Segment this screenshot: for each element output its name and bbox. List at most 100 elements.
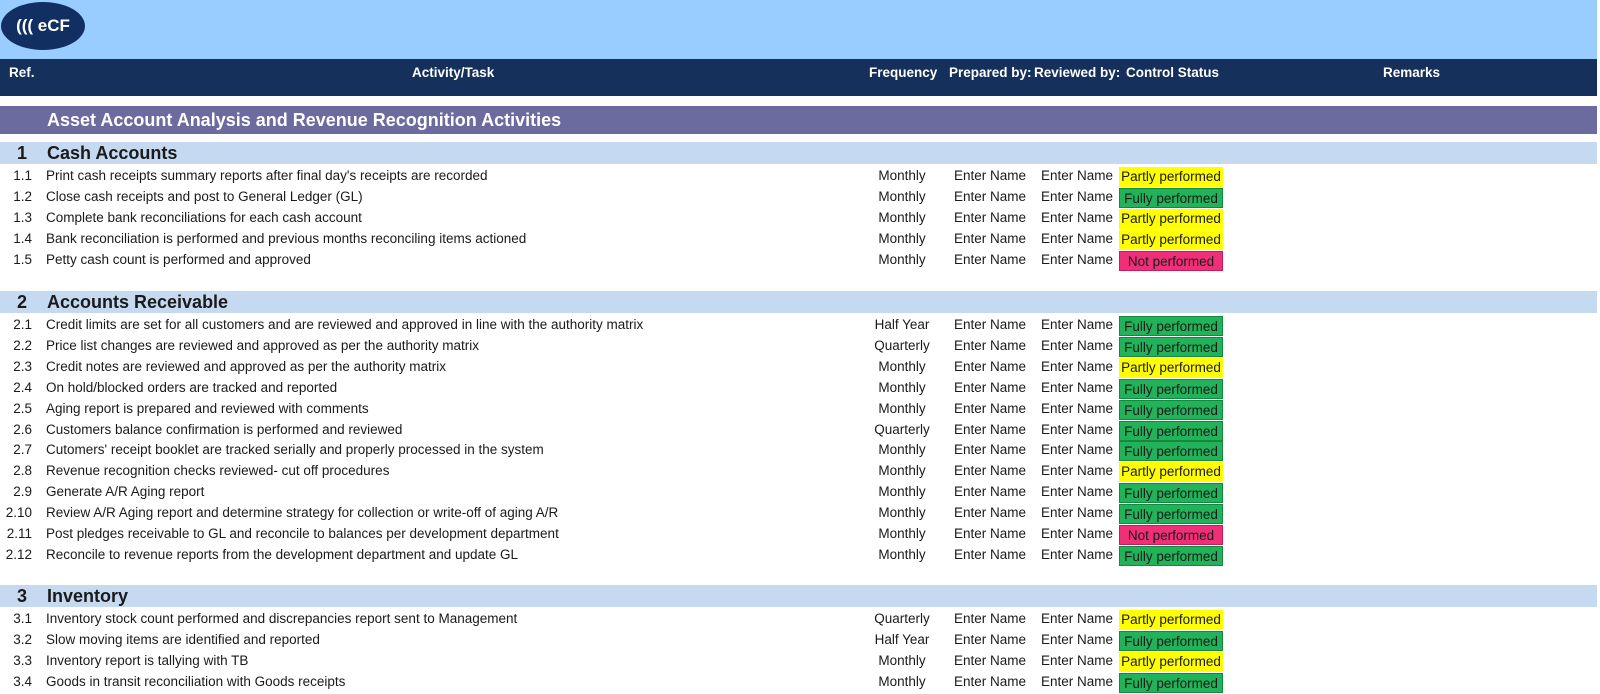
- row-control-status[interactable]: Fully performed: [1119, 672, 1223, 693]
- row-control-status[interactable]: Fully performed: [1119, 378, 1223, 399]
- row-frequency[interactable]: Quarterly: [846, 338, 958, 353]
- row-prepared-by[interactable]: Enter Name: [954, 359, 1026, 374]
- row-control-status[interactable]: Partly performed: [1119, 357, 1223, 378]
- row-control-status[interactable]: Fully performed: [1119, 630, 1223, 651]
- row-control-status[interactable]: Fully performed: [1119, 316, 1223, 336]
- row-reviewed-by[interactable]: Enter Name: [1041, 401, 1113, 416]
- row-frequency[interactable]: Monthly: [846, 252, 958, 267]
- row-frequency[interactable]: Monthly: [846, 505, 958, 520]
- category-title: Asset Account Analysis and Revenue Recog…: [47, 110, 562, 130]
- col-header-control-status: Control Status: [1126, 65, 1219, 80]
- row-prepared-by[interactable]: Enter Name: [954, 674, 1026, 689]
- row-prepared-by[interactable]: Enter Name: [954, 653, 1026, 668]
- row-ref: 1.3: [13, 209, 32, 225]
- row-ref: 1.4: [13, 230, 32, 246]
- row-control-status[interactable]: Fully performed: [1119, 399, 1223, 420]
- row-reviewed-by[interactable]: Enter Name: [1041, 484, 1113, 499]
- row-frequency[interactable]: Monthly: [846, 401, 958, 416]
- row-prepared-by[interactable]: Enter Name: [954, 611, 1026, 626]
- row-prepared-by[interactable]: Enter Name: [954, 632, 1026, 647]
- row-reviewed-by[interactable]: Enter Name: [1041, 632, 1113, 647]
- row-prepared-by[interactable]: Enter Name: [954, 210, 1026, 225]
- row-prepared-by[interactable]: Enter Name: [954, 317, 1026, 332]
- row-prepared-by[interactable]: Enter Name: [954, 338, 1026, 353]
- row-ref: 1.5: [13, 251, 32, 267]
- row-prepared-by[interactable]: Enter Name: [954, 526, 1026, 541]
- row-reviewed-by[interactable]: Enter Name: [1041, 210, 1113, 225]
- col-header-remarks: Remarks: [1383, 65, 1441, 80]
- row-control-status[interactable]: Partly performed: [1119, 651, 1223, 672]
- row-reviewed-by[interactable]: Enter Name: [1041, 317, 1113, 332]
- row-prepared-by[interactable]: Enter Name: [954, 401, 1026, 416]
- row-frequency[interactable]: Monthly: [846, 463, 958, 478]
- row-prepared-by[interactable]: Enter Name: [954, 463, 1026, 478]
- row-frequency[interactable]: Monthly: [846, 210, 958, 225]
- row-reviewed-by[interactable]: Enter Name: [1041, 231, 1113, 246]
- row-reviewed-by[interactable]: Enter Name: [1041, 463, 1113, 478]
- row-frequency[interactable]: Monthly: [846, 674, 958, 689]
- row-prepared-by[interactable]: Enter Name: [954, 547, 1026, 562]
- row-reviewed-by[interactable]: Enter Name: [1041, 380, 1113, 395]
- row-ref: 1.1: [13, 168, 32, 183]
- row-reviewed-by[interactable]: Enter Name: [1041, 422, 1113, 437]
- row-control-status[interactable]: Partly performed: [1119, 229, 1223, 250]
- col-header-prepared-by: Prepared by:: [949, 65, 1032, 80]
- row-control-status[interactable]: Fully performed: [1119, 441, 1223, 462]
- row-reviewed-by[interactable]: Enter Name: [1041, 547, 1113, 562]
- row-control-status[interactable]: Partly performed: [1119, 208, 1223, 229]
- row-frequency[interactable]: Quarterly: [846, 611, 958, 626]
- row-frequency[interactable]: Monthly: [846, 442, 958, 457]
- row-control-status[interactable]: Partly performed: [1119, 610, 1223, 630]
- row-prepared-by[interactable]: Enter Name: [954, 168, 1026, 183]
- row-frequency[interactable]: Monthly: [846, 168, 958, 183]
- row-frequency[interactable]: Monthly: [846, 359, 958, 374]
- row-frequency[interactable]: Monthly: [846, 547, 958, 562]
- row-frequency[interactable]: Monthly: [846, 231, 958, 246]
- row-prepared-by[interactable]: Enter Name: [954, 231, 1026, 246]
- row-prepared-by[interactable]: Enter Name: [954, 442, 1026, 457]
- row-prepared-by[interactable]: Enter Name: [954, 252, 1026, 267]
- row-prepared-by[interactable]: Enter Name: [954, 189, 1026, 204]
- row-control-status[interactable]: Fully performed: [1119, 336, 1223, 357]
- row-reviewed-by[interactable]: Enter Name: [1041, 442, 1113, 457]
- row-reviewed-by[interactable]: Enter Name: [1041, 359, 1113, 374]
- row-prepared-by[interactable]: Enter Name: [954, 422, 1026, 437]
- table-row: 3.4 Goods in transit reconciliation with …: [0, 672, 1597, 693]
- row-reviewed-by[interactable]: Enter Name: [1041, 653, 1113, 668]
- row-reviewed-by[interactable]: Enter Name: [1041, 674, 1113, 689]
- table-row: 1.3 Complete bank reconciliations for eac…: [0, 208, 1597, 229]
- table-row: 2.2 Price list changes are reviewed and a…: [0, 336, 1597, 357]
- row-frequency[interactable]: Monthly: [846, 189, 958, 204]
- row-control-status[interactable]: Fully performed: [1119, 187, 1223, 208]
- row-reviewed-by[interactable]: Enter Name: [1041, 505, 1113, 520]
- row-control-status[interactable]: Not performed: [1119, 525, 1223, 545]
- table-row: 2.9 Generate A/R Aging report Monthly Enter…: [0, 482, 1597, 504]
- row-prepared-by[interactable]: Enter Name: [954, 505, 1026, 520]
- row-control-status[interactable]: Fully performed: [1119, 420, 1223, 441]
- row-frequency[interactable]: Monthly: [846, 484, 958, 499]
- row-reviewed-by[interactable]: Enter Name: [1041, 338, 1113, 353]
- section-title: Accounts Receivable: [47, 292, 229, 312]
- row-control-status[interactable]: Partly performed: [1119, 462, 1223, 483]
- table-row: 3.1 Inventory stock count performed and d…: [0, 609, 1597, 630]
- row-frequency[interactable]: Monthly: [846, 526, 958, 541]
- row-control-status[interactable]: Fully performed: [1119, 504, 1223, 525]
- row-control-status[interactable]: Fully performed: [1119, 483, 1223, 504]
- section-title: Inventory: [47, 586, 129, 606]
- row-frequency[interactable]: Quarterly: [846, 422, 958, 437]
- row-prepared-by[interactable]: Enter Name: [954, 380, 1026, 395]
- row-frequency[interactable]: Half Year: [846, 632, 958, 647]
- row-reviewed-by[interactable]: Enter Name: [1041, 189, 1113, 204]
- row-reviewed-by[interactable]: Enter Name: [1041, 168, 1113, 183]
- section-header: 3 Inventory: [0, 585, 1597, 607]
- row-control-status[interactable]: Not performed: [1119, 250, 1223, 271]
- row-control-status[interactable]: Partly performed: [1119, 167, 1223, 187]
- row-frequency[interactable]: Half Year: [846, 317, 958, 332]
- row-reviewed-by[interactable]: Enter Name: [1041, 611, 1113, 626]
- row-frequency[interactable]: Monthly: [846, 653, 958, 668]
- row-reviewed-by[interactable]: Enter Name: [1041, 526, 1113, 541]
- row-frequency[interactable]: Monthly: [846, 380, 958, 395]
- row-prepared-by[interactable]: Enter Name: [954, 484, 1026, 499]
- row-control-status[interactable]: Fully performed: [1119, 545, 1223, 566]
- row-reviewed-by[interactable]: Enter Name: [1041, 252, 1113, 267]
